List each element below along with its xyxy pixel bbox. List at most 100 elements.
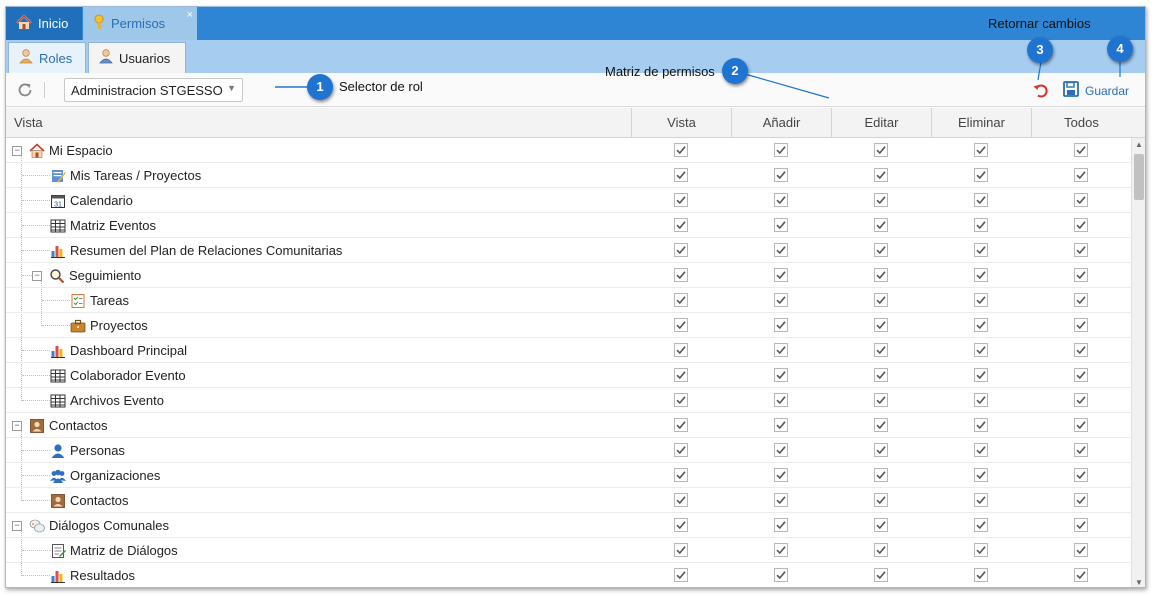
permission-checkbox-2[interactable] [774, 493, 788, 507]
permission-checkbox-5[interactable] [1074, 418, 1088, 432]
collapse-toggle[interactable]: − [12, 520, 22, 531]
permission-checkbox-3[interactable] [874, 418, 888, 432]
permission-checkbox-3[interactable] [874, 193, 888, 207]
permission-checkbox-1[interactable] [674, 268, 688, 282]
permission-checkbox-5[interactable] [1074, 268, 1088, 282]
permission-checkbox-1[interactable] [674, 543, 688, 557]
tree-node[interactable]: − Contactos [12, 413, 108, 438]
permission-checkbox-3[interactable] [874, 343, 888, 357]
permission-checkbox-1[interactable] [674, 393, 688, 407]
permission-checkbox-4[interactable] [974, 393, 988, 407]
permission-checkbox-2[interactable] [774, 543, 788, 557]
collapse-toggle[interactable]: − [12, 420, 22, 431]
permission-checkbox-3[interactable] [874, 218, 888, 232]
save-button[interactable]: Guardar [1063, 81, 1129, 100]
permission-checkbox-1[interactable] [674, 293, 688, 307]
permission-checkbox-5[interactable] [1074, 218, 1088, 232]
tree-node[interactable]: Colaborador Evento [50, 363, 186, 388]
close-icon[interactable]: × [187, 9, 193, 21]
tree-node[interactable]: − Diálogos Comunales [12, 513, 169, 538]
permission-checkbox-2[interactable] [774, 218, 788, 232]
permission-checkbox-1[interactable] [674, 468, 688, 482]
tree-node[interactable]: Proyectos [70, 313, 148, 338]
scroll-down-icon[interactable]: ▼ [1135, 578, 1143, 587]
permission-checkbox-4[interactable] [974, 168, 988, 182]
permission-checkbox-3[interactable] [874, 393, 888, 407]
permission-checkbox-4[interactable] [974, 568, 988, 582]
permission-checkbox-1[interactable] [674, 343, 688, 357]
tree-node[interactable]: Personas [50, 438, 125, 463]
permission-checkbox-4[interactable] [974, 343, 988, 357]
permission-checkbox-4[interactable] [974, 418, 988, 432]
permission-checkbox-5[interactable] [1074, 368, 1088, 382]
permission-checkbox-5[interactable] [1074, 318, 1088, 332]
permission-checkbox-4[interactable] [974, 543, 988, 557]
permission-checkbox-5[interactable] [1074, 468, 1088, 482]
permission-checkbox-2[interactable] [774, 443, 788, 457]
permission-checkbox-2[interactable] [774, 343, 788, 357]
permission-checkbox-5[interactable] [1074, 343, 1088, 357]
permission-checkbox-5[interactable] [1074, 143, 1088, 157]
column-header-4[interactable]: Eliminar [931, 108, 1031, 138]
collapse-toggle[interactable]: − [32, 270, 42, 281]
permission-checkbox-2[interactable] [774, 243, 788, 257]
permission-checkbox-5[interactable] [1074, 568, 1088, 582]
permission-checkbox-2[interactable] [774, 393, 788, 407]
permission-checkbox-3[interactable] [874, 443, 888, 457]
role-select[interactable]: Administracion STGESSO ▼ [64, 78, 243, 102]
permission-checkbox-4[interactable] [974, 218, 988, 232]
permission-checkbox-3[interactable] [874, 293, 888, 307]
permission-checkbox-5[interactable] [1074, 193, 1088, 207]
permission-checkbox-3[interactable] [874, 268, 888, 282]
permission-checkbox-2[interactable] [774, 193, 788, 207]
permission-checkbox-4[interactable] [974, 243, 988, 257]
permission-checkbox-1[interactable] [674, 493, 688, 507]
permission-checkbox-5[interactable] [1074, 543, 1088, 557]
permission-checkbox-4[interactable] [974, 268, 988, 282]
permission-checkbox-3[interactable] [874, 493, 888, 507]
scrollbar-thumb[interactable] [1134, 154, 1144, 200]
tree-node[interactable]: Dashboard Principal [50, 338, 187, 363]
permission-checkbox-1[interactable] [674, 193, 688, 207]
permission-checkbox-1[interactable] [674, 568, 688, 582]
permission-checkbox-3[interactable] [874, 468, 888, 482]
permission-checkbox-2[interactable] [774, 293, 788, 307]
permission-checkbox-1[interactable] [674, 368, 688, 382]
permission-checkbox-3[interactable] [874, 368, 888, 382]
permission-checkbox-3[interactable] [874, 568, 888, 582]
undo-icon[interactable] [1032, 81, 1050, 99]
tree-node[interactable]: Archivos Evento [50, 388, 164, 413]
permission-checkbox-1[interactable] [674, 318, 688, 332]
collapse-toggle[interactable]: − [12, 145, 22, 156]
refresh-icon[interactable] [16, 81, 34, 99]
permission-checkbox-2[interactable] [774, 318, 788, 332]
permission-checkbox-5[interactable] [1074, 518, 1088, 532]
permission-checkbox-1[interactable] [674, 443, 688, 457]
permission-checkbox-5[interactable] [1074, 168, 1088, 182]
tree-node[interactable]: Resumen del Plan de Relaciones Comunitar… [50, 238, 342, 263]
tab-permisos[interactable]: Permisos × [83, 7, 197, 40]
tree-node[interactable]: Contactos [50, 488, 129, 513]
tab-inicio[interactable]: Inicio [6, 7, 82, 40]
tree-node[interactable]: Mis Tareas / Proyectos [50, 163, 201, 188]
permission-checkbox-4[interactable] [974, 368, 988, 382]
tree-node[interactable]: Resultados [50, 563, 135, 587]
permission-checkbox-4[interactable] [974, 443, 988, 457]
permission-checkbox-5[interactable] [1074, 493, 1088, 507]
permission-checkbox-2[interactable] [774, 268, 788, 282]
permission-checkbox-5[interactable] [1074, 393, 1088, 407]
permission-checkbox-2[interactable] [774, 168, 788, 182]
tree-node[interactable]: Organizaciones [50, 463, 160, 488]
column-header-2[interactable]: Añadir [731, 108, 831, 138]
tree-node[interactable]: Matriz de Diálogos [50, 538, 178, 563]
permission-checkbox-3[interactable] [874, 318, 888, 332]
permission-checkbox-1[interactable] [674, 168, 688, 182]
permission-checkbox-2[interactable] [774, 518, 788, 532]
permission-checkbox-1[interactable] [674, 518, 688, 532]
permission-checkbox-2[interactable] [774, 468, 788, 482]
permission-checkbox-2[interactable] [774, 368, 788, 382]
permission-checkbox-4[interactable] [974, 468, 988, 482]
subtab-roles[interactable]: Roles [8, 42, 86, 73]
column-header-1[interactable]: Vista [631, 108, 731, 138]
permission-checkbox-1[interactable] [674, 218, 688, 232]
